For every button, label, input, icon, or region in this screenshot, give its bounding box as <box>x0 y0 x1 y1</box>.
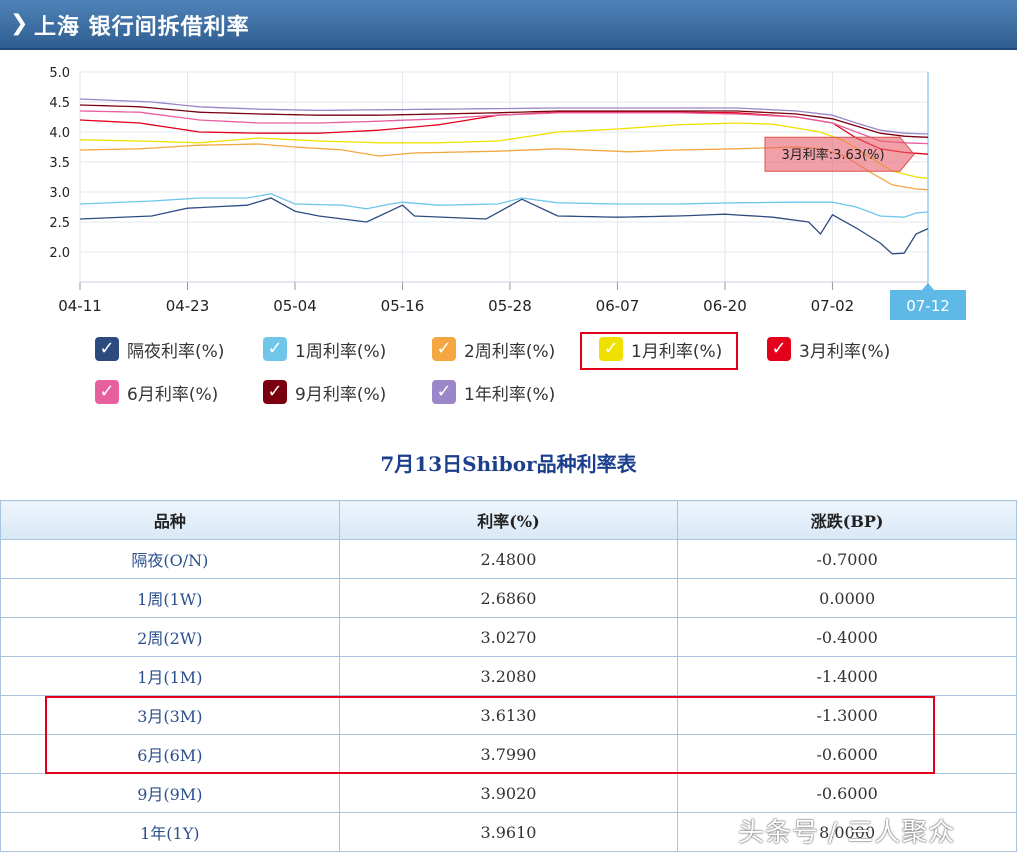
legend-item[interactable]: ✓ 1年利率(%) <box>432 377 555 407</box>
x-tick-label: 06-07 <box>596 297 640 315</box>
cell-change: -0.6000 <box>677 773 1017 813</box>
highlight-box-3m-6m <box>45 696 935 774</box>
y-tick-label: 3.5 <box>49 156 70 171</box>
legend-label: 6月利率(%) <box>127 384 219 405</box>
table-row: 隔夜(O/N) 2.4800 -0.7000 <box>0 539 1017 579</box>
rate-line-chart[interactable]: 5.0 4.5 4.0 3.5 3.0 2.5 2.0 04-11 04-23 05-04 05-1… <box>0 55 1017 325</box>
table-row: 1月(1M) 3.2080 -1.4000 <box>0 656 1017 696</box>
x-tick-label: 04-11 <box>58 297 102 315</box>
cell-change: -1.4000 <box>677 656 1017 696</box>
cell-change: -0.4000 <box>677 617 1017 657</box>
tooltip-3m: 3月利率:3.63(%) <box>764 136 915 172</box>
y-tick-label: 4.0 <box>49 126 70 141</box>
legend-label: 3月利率(%) <box>799 341 891 362</box>
y-tick-label: 2.0 <box>49 246 70 261</box>
table-row: 2周(2W) 3.0270 -0.4000 <box>0 617 1017 657</box>
plot-area <box>79 71 929 283</box>
legend-item[interactable]: ✓ 6月利率(%) <box>95 377 218 407</box>
x-tick-label: 07-02 <box>811 297 855 315</box>
tooltip-text: 3月利率:3.63(%) <box>781 147 884 163</box>
x-tick-label: 04-23 <box>166 297 210 315</box>
checkbox-check-icon[interactable]: ✓ <box>263 337 287 361</box>
x-tick-label: 07-12 <box>906 297 950 315</box>
x-tick-label: 05-04 <box>273 297 317 315</box>
checkbox-check-icon[interactable]: ✓ <box>263 380 287 404</box>
legend-item[interactable]: ✓ 2周利率(%) <box>432 334 555 364</box>
cell-rate: 2.4800 <box>338 539 679 579</box>
checkbox-check-icon[interactable]: ✓ <box>432 380 456 404</box>
checkbox-check-icon[interactable]: ✓ <box>95 337 119 361</box>
highlight-box-1m <box>580 332 738 370</box>
col-header-variety: 品种 <box>0 500 340 540</box>
watermark-text: 头条号 / 三人聚众 <box>738 818 956 848</box>
legend-label: 隔夜利率(%) <box>127 341 225 362</box>
table-header-row: 品种 利率(%) 涨跌(BP) <box>0 500 1017 540</box>
cell-rate: 3.0270 <box>338 617 679 657</box>
checkbox-check-icon[interactable]: ✓ <box>432 337 456 361</box>
y-tick-label: 2.5 <box>49 216 70 231</box>
checkbox-check-icon[interactable]: ✓ <box>767 337 791 361</box>
chart-legend: ✓ 隔夜利率(%) ✓ 1周利率(%) ✓ 2周利率(%) ✓ 1月利率(%) ✓ 3月利率(%)… <box>0 328 1017 418</box>
x-tick-label: 05-16 <box>381 297 425 315</box>
page-title: 上海 银行间拆借利率 <box>34 15 250 40</box>
cell-rate: 3.9020 <box>338 773 679 813</box>
cell-variety: 1周(1W) <box>0 578 340 618</box>
x-tick-label: 06-20 <box>703 297 747 315</box>
legend-label: 1周利率(%) <box>295 341 387 362</box>
legend-item[interactable]: ✓ 1周利率(%) <box>263 334 386 364</box>
y-tick-label: 4.5 <box>49 96 70 111</box>
cell-variety: 1年(1Y) <box>0 812 340 852</box>
x-cursor-arrow <box>922 283 934 290</box>
page-header: ❯ 上海 银行间拆借利率 <box>0 0 1017 50</box>
cell-variety: 隔夜(O/N) <box>0 539 340 579</box>
table-title: 7月13日Shibor品种利率表 <box>380 452 637 476</box>
legend-label: 2周利率(%) <box>464 341 556 362</box>
legend-item[interactable]: ✓ 3月利率(%) <box>767 334 890 364</box>
legend-label: 9月利率(%) <box>295 384 387 405</box>
legend-item[interactable]: ✓ 隔夜利率(%) <box>95 334 224 364</box>
cell-rate: 3.2080 <box>338 656 679 696</box>
shibor-rate-table: 品种 利率(%) 涨跌(BP) 隔夜(O/N) 2.4800 -0.7000 1周(… <box>0 500 1017 852</box>
y-tick-label: 5.0 <box>49 66 70 81</box>
cell-rate: 3.9610 <box>338 812 679 852</box>
cell-variety: 2周(2W) <box>0 617 340 657</box>
table-row: 1周(1W) 2.6860 0.0000 <box>0 578 1017 618</box>
cell-change: 0.0000 <box>677 578 1017 618</box>
x-tick-label: 05-28 <box>488 297 532 315</box>
cell-variety: 1月(1M) <box>0 656 340 696</box>
cell-rate: 2.6860 <box>338 578 679 618</box>
y-tick-label: 3.0 <box>49 186 70 201</box>
cell-change: -0.7000 <box>677 539 1017 579</box>
col-header-rate: 利率(%) <box>338 500 679 540</box>
col-header-change: 涨跌(BP) <box>677 500 1017 540</box>
table-row: 9月(9M) 3.9020 -0.6000 <box>0 773 1017 813</box>
legend-label: 1年利率(%) <box>464 384 556 405</box>
legend-item[interactable]: ✓ 9月利率(%) <box>263 377 386 407</box>
checkbox-check-icon[interactable]: ✓ <box>95 380 119 404</box>
chevron-right-icon: ❯ <box>10 11 29 36</box>
cell-variety: 9月(9M) <box>0 773 340 813</box>
